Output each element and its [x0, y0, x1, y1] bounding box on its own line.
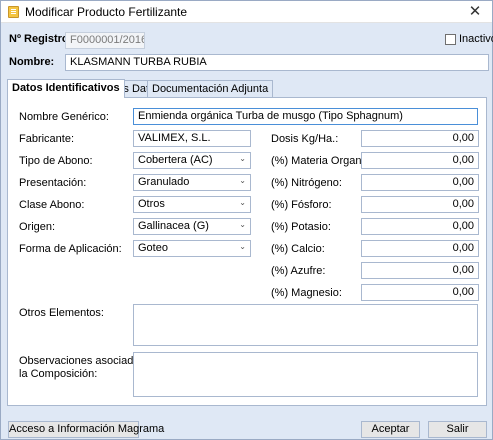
exit-button[interactable]: Salir — [428, 421, 487, 438]
nombre-generico-label: Nombre Genérico: — [19, 111, 109, 123]
forma-aplicacion-value: Goteo — [138, 242, 168, 254]
tipo-abono-label: Tipo de Abono: — [19, 155, 93, 167]
presentacion-label: Presentación: — [19, 177, 87, 189]
tipo-abono-value: Cobertera (AC) — [138, 154, 213, 166]
registro-field: F0000001/2016 — [65, 32, 145, 49]
potasio-label: (%) Potasio: — [271, 221, 331, 233]
observaciones-label-line2: la Composición: — [19, 368, 98, 380]
azufre-label: (%) Azufre: — [271, 265, 326, 277]
calcio-label: (%) Calcio: — [271, 243, 325, 255]
chevron-down-icon: ⌄ — [239, 154, 246, 163]
nombre-label: Nombre: — [9, 56, 55, 68]
materia-organica-field[interactable]: 0,00 — [361, 152, 479, 169]
inactivo-label: Inactivo — [459, 33, 493, 45]
azufre-field[interactable]: 0,00 — [361, 262, 479, 279]
nitrogeno-field[interactable]: 0,00 — [361, 174, 479, 191]
tab-documentacion-adjunta[interactable]: Documentación Adjunta — [147, 80, 274, 97]
chevron-down-icon: ⌄ — [239, 176, 246, 185]
nombre-field[interactable]: KLASMANN TURBA RUBIA — [65, 54, 489, 71]
accept-button[interactable]: Aceptar — [361, 421, 420, 438]
dosis-label: Dosis Kg/Ha.: — [271, 133, 339, 145]
nitrogeno-label: (%) Nitrógeno: — [271, 177, 342, 189]
fabricante-field[interactable]: VALIMEX, S.L. — [133, 130, 251, 147]
clase-abono-select[interactable]: Otros ⌄ — [133, 196, 251, 213]
magrama-access-button[interactable]: Acceso a Información Magrama — [8, 421, 164, 438]
tipo-abono-select[interactable]: Cobertera (AC) ⌄ — [133, 152, 251, 169]
origen-select[interactable]: Gallinacea (G) ⌄ — [133, 218, 251, 235]
observaciones-textarea[interactable] — [133, 352, 478, 397]
origen-label: Origen: — [19, 221, 56, 233]
forma-aplicacion-label: Forma de Aplicación: — [19, 243, 122, 255]
app-icon — [8, 6, 19, 18]
otros-elementos-textarea[interactable] — [133, 304, 478, 346]
clase-abono-label: Clase Abono: — [19, 199, 85, 211]
presentacion-value: Granulado — [138, 176, 190, 188]
window-title: Modificar Producto Fertilizante — [25, 5, 188, 19]
fosforo-field[interactable]: 0,00 — [361, 196, 479, 213]
forma-aplicacion-select[interactable]: Goteo ⌄ — [133, 240, 251, 257]
tab-datos-identificativos[interactable]: Datos Identificativos — [7, 79, 125, 98]
magnesio-label: (%) Magnesio: — [271, 287, 342, 299]
nombre-generico-field[interactable]: Enmienda orgánica Turba de musgo (Tipo S… — [133, 108, 478, 125]
otros-elementos-label: Otros Elementos: — [19, 307, 104, 319]
inactivo-checkbox[interactable] — [445, 34, 456, 45]
dosis-field[interactable]: 0,00 — [361, 130, 479, 147]
clase-abono-value: Otros — [138, 198, 165, 210]
calcio-field[interactable]: 0,00 — [361, 240, 479, 257]
chevron-down-icon: ⌄ — [239, 198, 246, 207]
fabricante-label: Fabricante: — [19, 133, 75, 145]
dialog-window: Modificar Producto Fertilizante ✕ Nº Reg… — [0, 0, 493, 440]
chevron-down-icon: ⌄ — [239, 220, 246, 229]
presentacion-select[interactable]: Granulado ⌄ — [133, 174, 251, 191]
close-icon[interactable]: ✕ — [466, 2, 484, 20]
registro-label: Nº Registro: — [9, 33, 73, 45]
title-bar: Modificar Producto Fertilizante ✕ — [1, 1, 492, 23]
chevron-down-icon: ⌄ — [239, 242, 246, 251]
potasio-field[interactable]: 0,00 — [361, 218, 479, 235]
magnesio-field[interactable]: 0,00 — [361, 284, 479, 301]
origen-value: Gallinacea (G) — [138, 220, 209, 232]
fosforo-label: (%) Fósforo: — [271, 199, 332, 211]
